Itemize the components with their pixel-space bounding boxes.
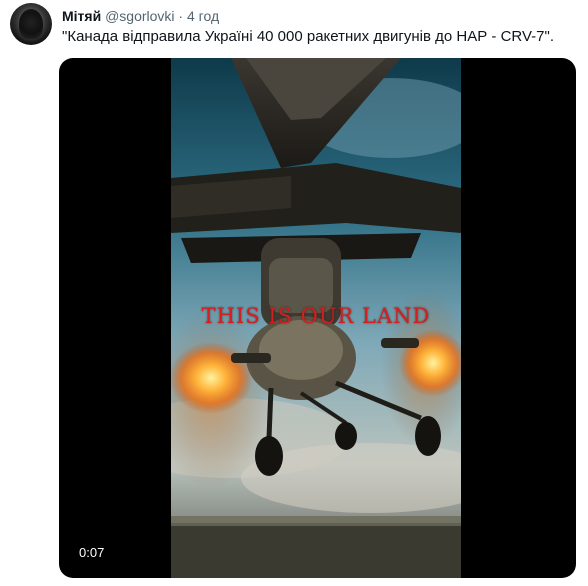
tweet-card[interactable]: Мітяй @sgorlovki · 4 год "Канада відправ… (0, 0, 588, 586)
tweet-text: "Канада відправила Україні 40 000 ракетн… (62, 28, 554, 45)
author-handle[interactable]: @sgorlovki (105, 8, 174, 24)
video-timestamp: 0:07 (73, 544, 111, 562)
avatar[interactable] (10, 3, 52, 45)
video-frame[interactable]: THIS IS OUR LAND (171, 58, 461, 578)
tweet-header: Мітяй @sgorlovki · 4 год (62, 7, 219, 25)
tweet-time[interactable]: 4 год (187, 8, 219, 24)
header-separator: · (178, 8, 184, 24)
avatar-image (19, 9, 43, 39)
video-player[interactable]: THIS IS OUR LAND 0:07 (59, 58, 576, 578)
video-caption-overlay: THIS IS OUR LAND (201, 304, 431, 328)
author-name[interactable]: Мітяй (62, 8, 101, 24)
